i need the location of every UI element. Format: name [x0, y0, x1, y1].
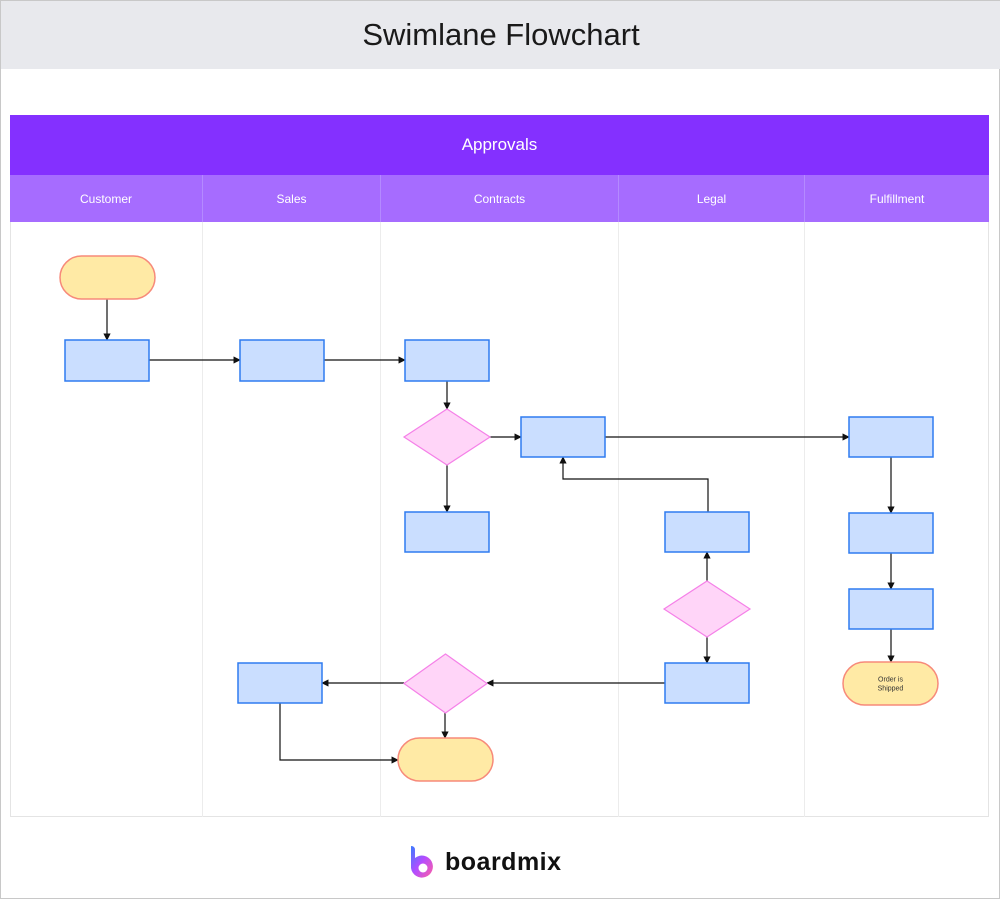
- process-shape[interactable]: [664, 662, 750, 704]
- brand-name: boardmix: [445, 847, 562, 876]
- decision-shape[interactable]: [662, 580, 752, 638]
- process-shape[interactable]: [404, 511, 490, 553]
- connector-arrow[interactable]: [559, 456, 709, 512]
- process-shape[interactable]: [848, 588, 934, 630]
- process-node[interactable]: [848, 416, 934, 458]
- process-shape[interactable]: [848, 416, 934, 458]
- decision-node[interactable]: [662, 580, 752, 638]
- nodes: Order is Shipped: [59, 255, 939, 782]
- process-node[interactable]: [64, 339, 150, 382]
- terminal-node[interactable]: [397, 737, 494, 782]
- terminal-node[interactable]: [59, 255, 156, 300]
- process-shape[interactable]: [64, 339, 150, 382]
- process-shape[interactable]: [239, 339, 325, 382]
- terminal-shape[interactable]: [397, 737, 494, 782]
- process-node[interactable]: [664, 511, 750, 553]
- connectors: [103, 299, 895, 764]
- process-shape[interactable]: [848, 512, 934, 554]
- decision-node[interactable]: [402, 653, 489, 714]
- terminal-shape[interactable]: [842, 661, 939, 706]
- process-node[interactable]: [237, 662, 323, 704]
- process-node[interactable]: [404, 511, 490, 553]
- decision-shape[interactable]: [402, 653, 489, 714]
- process-node[interactable]: [239, 339, 325, 382]
- flowchart-canvas: Order is Shipped: [59, 255, 939, 782]
- process-node[interactable]: [664, 662, 750, 704]
- process-node[interactable]: [848, 512, 934, 554]
- process-shape[interactable]: [404, 339, 490, 382]
- process-node[interactable]: [520, 416, 606, 458]
- process-node[interactable]: [848, 588, 934, 630]
- process-shape[interactable]: [520, 416, 606, 458]
- terminal-node[interactable]: Order is Shipped: [842, 661, 939, 706]
- process-node[interactable]: [404, 339, 490, 382]
- decision-shape[interactable]: [402, 408, 492, 466]
- process-shape[interactable]: [664, 511, 750, 553]
- process-shape[interactable]: [237, 662, 323, 704]
- connector-arrow[interactable]: [279, 703, 399, 764]
- boardmix-logo-icon: [411, 846, 433, 878]
- decision-node[interactable]: [402, 408, 492, 466]
- terminal-shape[interactable]: [59, 255, 156, 300]
- boardmix-logo[interactable]: boardmix: [409, 844, 562, 880]
